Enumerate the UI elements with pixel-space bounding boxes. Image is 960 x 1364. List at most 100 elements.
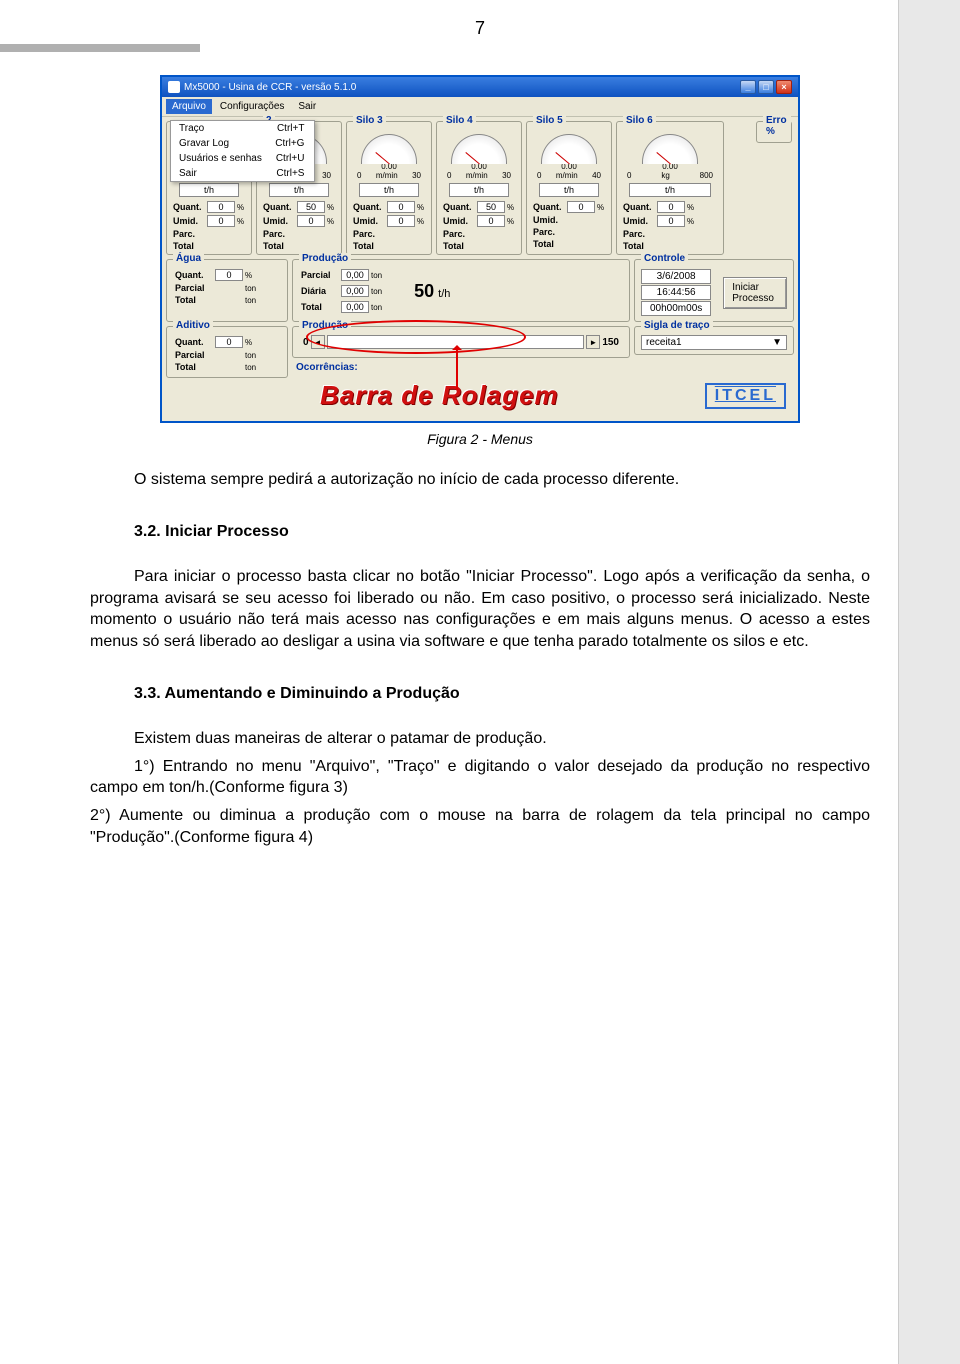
data-row: Quant.0% [173, 268, 281, 282]
th-box: t/h [629, 183, 711, 197]
agua-title: Água [173, 253, 204, 264]
menu-arquivo[interactable]: Arquivo [166, 99, 212, 114]
sigla-title: Sigla de traço [641, 320, 713, 331]
minimize-button[interactable]: _ [740, 80, 756, 94]
header-gray-band [0, 44, 200, 52]
section-heading-3-2: 3.2. Iniciar Processo [134, 521, 870, 543]
silo-data-row: Quant.50% [261, 200, 337, 214]
scroll-max: 150 [602, 337, 619, 348]
gauge-icon [361, 134, 417, 164]
gauge-icon [642, 134, 698, 164]
page-number: 7 [90, 0, 870, 45]
sigla-select[interactable]: receita1▼ [641, 335, 787, 350]
paragraph-2: Para iniciar o processo basta clicar no … [90, 566, 870, 652]
chevron-down-icon: ▼ [772, 337, 782, 348]
erro-label: Erro % [763, 115, 791, 137]
silo-data-row: Parc. [531, 226, 607, 238]
silo-title: Silo 4 [443, 115, 476, 126]
maximize-button[interactable]: □ [758, 80, 774, 94]
silo-data-row: Quant.0% [531, 200, 607, 214]
silo-data-row: Quant.0% [351, 200, 427, 214]
silo-title: Silo 5 [533, 115, 566, 126]
silo-5: Silo 50.000m/min40t/hQuant.0%Umid.Parc.T… [526, 121, 612, 255]
menubar: Arquivo Configurações Sair [162, 97, 798, 117]
section-heading-3-3: 3.3. Aumentando e Diminuindo a Produção [134, 683, 870, 705]
controle-date: 3/6/2008 [641, 269, 711, 284]
silo-title: Silo 3 [353, 115, 386, 126]
silo-3: Silo 30.000m/min30t/hQuant.0%Umid.0%Parc… [346, 121, 432, 255]
iniciar-processo-button[interactable]: Iniciar Processo [723, 277, 787, 309]
itcel-logo: ITCEL [705, 383, 786, 409]
paragraph-3: Existem duas maneiras de alterar o patam… [90, 728, 870, 750]
gauge-icon [541, 134, 597, 164]
silo-data-row: Quant.0% [621, 200, 719, 214]
th-box: t/h [179, 183, 239, 197]
data-row: Totalton [173, 294, 281, 306]
data-row: Quant.0% [173, 335, 281, 349]
controle-group: Controle 3/6/2008 16:44:56 00h00m00s Ini… [634, 259, 794, 322]
menu-item-traco[interactable]: TraçoCtrl+T [171, 121, 314, 136]
silo-data-row: Umid.0% [171, 214, 247, 228]
app-window: Mx5000 - Usina de CCR - versão 5.1.0 _ □… [160, 75, 800, 423]
producao-title: Produção [299, 253, 351, 264]
th-box: t/h [269, 183, 329, 197]
silo-data-row: Quant.0% [171, 200, 247, 214]
agua-group: Água Quant.0%ParcialtonTotalton [166, 259, 288, 322]
silo-data-row: Total [171, 240, 247, 252]
controle-time: 16:44:56 [641, 285, 711, 300]
data-row: Diária0,00ton [299, 284, 384, 298]
data-row: Total0,00ton [299, 300, 384, 314]
menu-configuracoes[interactable]: Configurações [214, 99, 290, 114]
controle-elapsed: 00h00m00s [641, 301, 711, 316]
silo-data-row: Parc. [261, 228, 337, 240]
silo-data-row: Parc. [441, 228, 517, 240]
silo-6: Silo 60.000kg800t/hQuant.0%Umid.0%Parc.T… [616, 121, 724, 255]
barra-rolagem-caption: Barra de Rolagem [320, 380, 559, 411]
producao-rate: 50 t/h [394, 281, 450, 302]
silo-data-row: Total [261, 240, 337, 252]
data-row: Parcial0,00ton [299, 268, 384, 282]
menu-item-usuarios[interactable]: Usuários e senhasCtrl+U [171, 151, 314, 166]
silo-4: Silo 40.000m/min30t/hQuant.50%Umid.0%Par… [436, 121, 522, 255]
producao-group: Produção Parcial0,00tonDiária0,00tonTota… [292, 259, 630, 322]
window-title: Mx5000 - Usina de CCR - versão 5.1.0 [184, 82, 356, 93]
silo-data-row: Parc. [171, 228, 247, 240]
aditivo-group: Aditivo Quant.0%ParcialtonTotalton [166, 326, 288, 378]
producao2-title: Produção [299, 320, 351, 331]
silo-data-row: Total [621, 240, 719, 252]
app-icon [168, 81, 180, 93]
menu-item-sair[interactable]: SairCtrl+S [171, 166, 314, 181]
paragraph-5: 2°) Aumente ou diminua a produção com o … [90, 805, 870, 848]
scroll-left-button[interactable]: ◄ [311, 335, 325, 349]
th-box: t/h [359, 183, 419, 197]
silo-data-row: Umid.0% [441, 214, 517, 228]
silo-data-row: Umid.0% [351, 214, 427, 228]
data-row: Parcialton [173, 282, 281, 294]
silo-title: Silo 6 [623, 115, 656, 126]
ocorrencias-label: Ocorrências: [292, 360, 630, 375]
close-button[interactable]: × [776, 80, 792, 94]
silo-data-row: Total [441, 240, 517, 252]
scroll-min: 0 [303, 337, 309, 348]
silo-data-row: Parc. [351, 228, 427, 240]
th-box: t/h [449, 183, 509, 197]
paragraph-1: O sistema sempre pedirá a autorização no… [90, 469, 870, 491]
silo-data-row: Quant.50% [441, 200, 517, 214]
figure-caption: Figura 2 - Menus [90, 431, 870, 447]
erro-group: Erro % [756, 121, 792, 143]
scroll-right-button[interactable]: ► [586, 335, 600, 349]
arquivo-dropdown: TraçoCtrl+T Gravar LogCtrl+G Usuários e … [170, 120, 315, 182]
th-box: t/h [539, 183, 599, 197]
controle-title: Controle [641, 253, 688, 264]
sigla-group: Sigla de traço receita1▼ [634, 326, 794, 355]
silo-data-row: Umid.0% [621, 214, 719, 228]
silo-data-row: Parc. [621, 228, 719, 240]
gauge-icon [451, 134, 507, 164]
aditivo-title: Aditivo [173, 320, 213, 331]
annotation-arrow [456, 348, 458, 390]
menu-item-gravar-log[interactable]: Gravar LogCtrl+G [171, 136, 314, 151]
silo-data-row: Umid.0% [261, 214, 337, 228]
silo-data-row: Total [531, 238, 607, 250]
silo-data-row: Umid. [531, 214, 607, 226]
menu-sair[interactable]: Sair [292, 99, 322, 114]
